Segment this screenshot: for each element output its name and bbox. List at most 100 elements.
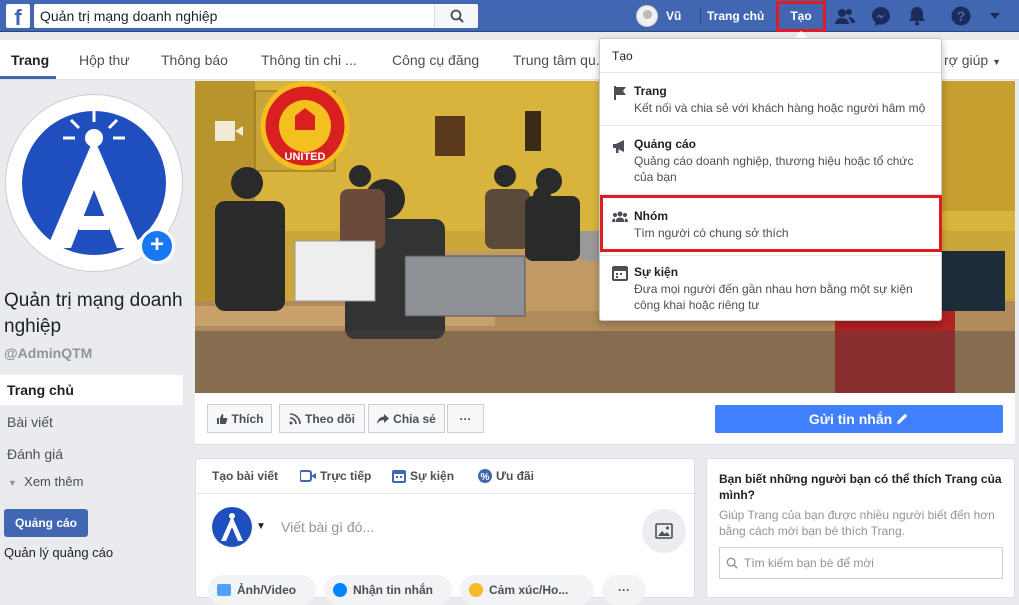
menu-item-desc: Quảng cáo doanh nghiệp, thương hiệu hoặc… (634, 154, 914, 184)
photo-icon (217, 584, 231, 596)
tab-ad-center[interactable]: Trung tâm qu... (513, 52, 607, 68)
invite-search-placeholder: Tìm kiếm bạn bè để mời (744, 556, 874, 570)
create-button[interactable]: Tạo (776, 1, 826, 32)
send-message-button[interactable]: Gửi tin nhắn (715, 405, 1003, 433)
caret-down-icon: ▼ (992, 57, 1002, 67)
facebook-logo[interactable]: f (6, 4, 30, 28)
search-bar[interactable]: Quản trị mạng doanh nghiệp (34, 4, 478, 28)
tab-offer[interactable]: % Ưu đãi (478, 469, 534, 483)
invite-title: Bạn biết những người bạn có thể thích Tr… (719, 472, 1002, 502)
crest-image: UNITED (260, 81, 350, 171)
post-text-input[interactable]: Viết bài gì đó... (281, 519, 374, 535)
feeling-activity-pill[interactable]: Cảm xúc/Ho... (460, 575, 594, 605)
plus-icon: + (149, 231, 164, 258)
invite-search-input[interactable]: Tìm kiếm bạn bè để mời (719, 547, 1003, 579)
feeling-activity-label: Cảm xúc/Ho... (489, 583, 569, 597)
smiley-icon (469, 583, 483, 597)
crest-text: UNITED (285, 151, 326, 163)
search-input[interactable]: Quản trị mạng doanh nghiệp (34, 8, 434, 24)
page-handle[interactable]: @AdminQTM (4, 345, 92, 361)
offer-label: Ưu đãi (496, 469, 534, 483)
tab-publishing-tools[interactable]: Công cụ đăng (392, 52, 479, 68)
user-name: Vũ (666, 9, 682, 23)
get-messages-label: Nhận tin nhắn (353, 583, 433, 597)
calendar-icon (392, 470, 406, 483)
see-more-link[interactable]: ▼ Xem thêm (8, 474, 83, 489)
svg-text:%: % (481, 472, 490, 483)
divider (196, 493, 696, 494)
page-avatar[interactable] (212, 507, 252, 547)
megaphone-icon (613, 140, 624, 153)
home-link-label: Trang chủ (707, 9, 765, 23)
dropdown-header: Tạo (612, 49, 633, 63)
menu-item-title: Quảng cáo (634, 137, 697, 151)
more-pill[interactable]: ··· (602, 575, 646, 605)
share-arrow-icon (377, 413, 390, 424)
tab-page[interactable]: Trang (11, 52, 49, 68)
thumbs-up-icon (216, 413, 227, 424)
home-link[interactable]: Trang chủ (700, 0, 764, 32)
divider (700, 8, 701, 24)
search-button[interactable] (434, 4, 478, 28)
search-icon (726, 557, 738, 569)
menu-item-title: Sự kiện (634, 265, 679, 279)
invite-subtitle: Giúp Trang của bạn được nhiều người biết… (719, 508, 995, 538)
sidebar-item-reviews[interactable]: Đánh giá (0, 439, 184, 469)
tab-inbox[interactable]: Hộp thư (79, 52, 130, 68)
percent-badge-icon: % (478, 469, 492, 483)
sidebar-item-home[interactable]: Trang chủ (0, 375, 184, 405)
tab-event[interactable]: Sự kiện (392, 469, 454, 483)
manage-ads-link[interactable]: Quản lý quảng cáo (4, 545, 113, 560)
tab-live[interactable]: Trực tiếp (300, 469, 371, 483)
account-menu-chevron-icon[interactable] (988, 9, 1002, 23)
page-name: Quản trị mạng doanh nghiệp (4, 290, 183, 337)
add-photo-circle-button[interactable] (642, 509, 686, 553)
like-button[interactable]: Thích (207, 404, 272, 433)
pencil-icon (897, 413, 908, 424)
photo-video-pill[interactable]: Ảnh/Video (208, 575, 316, 605)
tab-create-post[interactable]: Tạo bài viết (212, 469, 278, 483)
get-messages-pill[interactable]: Nhận tin nhắn (324, 575, 452, 605)
svg-text:?: ? (957, 8, 966, 24)
more-actions-button[interactable]: ··· (447, 404, 484, 433)
friend-requests-icon[interactable] (834, 5, 856, 27)
flag-icon (614, 86, 626, 100)
notifications-icon[interactable] (906, 5, 928, 27)
photo-video-label: Ảnh/Video (237, 583, 297, 597)
create-post-label: Tạo bài viết (212, 469, 279, 483)
menu-item-page[interactable]: Trang Kết nối và chia sẻ với khách hàng … (600, 73, 941, 125)
send-message-label: Gửi tin nhắn (808, 411, 893, 427)
profile-link[interactable]: Vũ (636, 0, 681, 32)
post-composer: Tạo bài viết Trực tiếp Sự kiện % Ưu đãi … (195, 458, 696, 605)
sidebar-item-posts[interactable]: Bài viết (0, 407, 184, 437)
tab-insights[interactable]: Thông tin chi ... (261, 52, 357, 68)
active-tab-indicator (0, 76, 56, 79)
top-bar: f Quản trị mạng doanh nghiệp Vũ Trang ch… (0, 0, 1019, 32)
menu-item-event[interactable]: Sự kiện Đưa mọi người đến gần nhau hơn b… (600, 256, 941, 320)
menu-item-ads[interactable]: Quảng cáo Quảng cáo doanh nghiệp, thương… (600, 126, 941, 194)
tab-help[interactable]: rợ giúp ▼ (944, 52, 1001, 68)
tab-help-label: rợ giúp (944, 52, 989, 68)
search-icon (450, 9, 464, 23)
share-button[interactable]: Chia sẻ (368, 404, 445, 433)
add-photo-button[interactable]: + (139, 228, 175, 264)
see-more-label: Xem thêm (24, 474, 84, 489)
share-label: Chia sẻ (393, 411, 436, 426)
help-icon[interactable]: ? (950, 5, 972, 27)
live-label: Trực tiếp (320, 469, 372, 483)
messenger-icon (333, 583, 347, 597)
menu-item-title: Trang (634, 84, 667, 98)
invite-friends-card: Bạn biết những người bạn có thể thích Tr… (706, 458, 1015, 598)
follow-label: Theo dõi (305, 411, 355, 426)
create-dropdown-menu: Tạo Trang Kết nối và chia sẻ với khách h… (599, 38, 942, 321)
caret-down-icon[interactable]: ▼ (256, 521, 266, 532)
advertise-button[interactable]: Quảng cáo (4, 509, 88, 537)
follow-button[interactable]: Theo dõi (279, 404, 365, 433)
highlight-box-group (600, 195, 942, 252)
tab-notifications[interactable]: Thông báo (161, 52, 228, 68)
menu-item-desc: Đưa mọi người đến gần nhau hơn bằng một … (634, 282, 913, 312)
page-action-bar: Thích Theo dõi Chia sẻ ··· Gửi tin nhắn (195, 393, 1015, 445)
messenger-icon[interactable] (870, 5, 892, 27)
image-icon (655, 523, 673, 539)
caret-down-icon: ▼ (8, 478, 17, 488)
